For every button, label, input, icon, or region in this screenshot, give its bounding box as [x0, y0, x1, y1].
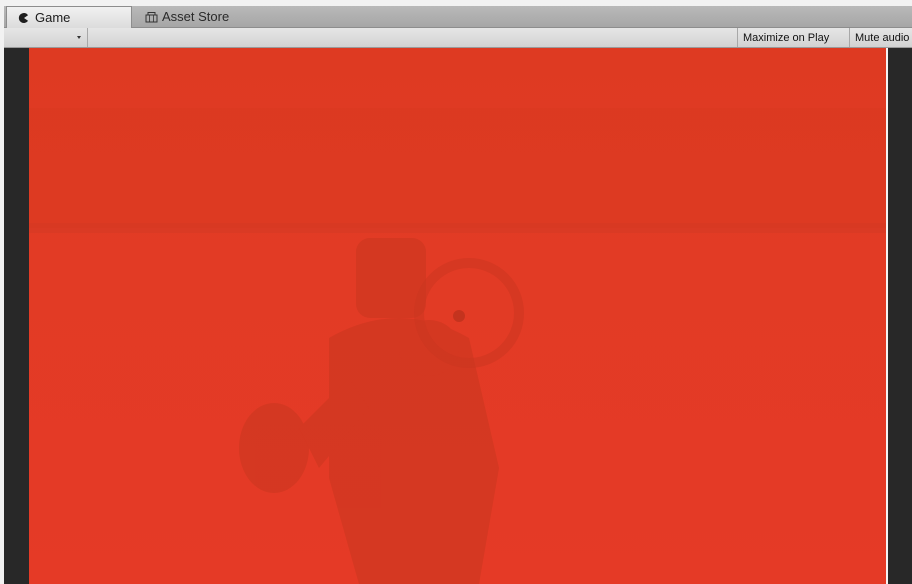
game-viewport — [4, 48, 912, 584]
game-toolbar: Maximize on Play Mute audio — [4, 28, 912, 48]
character-silhouette — [239, 238, 499, 584]
mute-audio-toggle[interactable]: Mute audio — [849, 28, 912, 47]
horizon-band — [29, 108, 886, 228]
pacman-icon — [17, 11, 31, 25]
maximize-on-play-toggle[interactable]: Maximize on Play — [737, 28, 849, 47]
game-window: Game Asset Store Maximize on Play Mute a… — [0, 0, 912, 584]
tab-bar: Game Asset Store — [4, 6, 912, 28]
horizon-line — [29, 223, 886, 233]
game-scene — [29, 108, 886, 584]
mute-audio-label: Mute audio — [855, 31, 910, 44]
viewport-margin — [888, 48, 912, 584]
game-render-area[interactable] — [29, 48, 886, 584]
tab-game-label: Game — [35, 10, 71, 25]
aspect-ratio-dropdown[interactable] — [4, 28, 88, 47]
store-icon — [144, 10, 158, 24]
tab-game[interactable]: Game — [6, 6, 132, 28]
tab-asset-store-label: Asset Store — [162, 9, 230, 24]
maximize-on-play-label: Maximize on Play — [743, 31, 830, 44]
reticle-dot — [453, 310, 465, 322]
chevron-down-icon — [77, 36, 81, 39]
tab-asset-store[interactable]: Asset Store — [140, 6, 270, 27]
